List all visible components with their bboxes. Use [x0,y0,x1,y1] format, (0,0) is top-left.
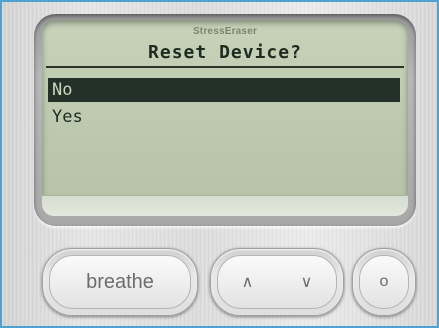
title-divider [46,66,404,68]
navigation-rocker-face: ∧ ∨ [217,255,337,309]
menu-option-no[interactable]: No [48,78,400,102]
up-arrow-button[interactable]: ∧ [236,272,260,292]
menu-option-yes[interactable]: Yes [48,105,400,129]
breathe-button[interactable]: breathe [42,248,198,316]
ok-button-label: o [379,273,389,290]
ok-button-face[interactable]: o [359,255,409,309]
screen-bottom-strip [42,195,408,216]
breathe-button-label: breathe [86,270,154,293]
screen-title: Reset Device? [148,42,302,63]
navigation-rocker[interactable]: ∧ ∨ [210,248,344,316]
brand-label: StressEraser [192,26,258,37]
device-frame: StressEraser Reset Device? No Yes breath… [0,0,439,328]
ok-button[interactable]: o [352,248,416,316]
down-arrow-button[interactable]: ∨ [295,272,319,292]
lcd-screen: StressEraser Reset Device? No Yes [42,20,408,216]
breathe-button-face[interactable]: breathe [49,255,191,309]
